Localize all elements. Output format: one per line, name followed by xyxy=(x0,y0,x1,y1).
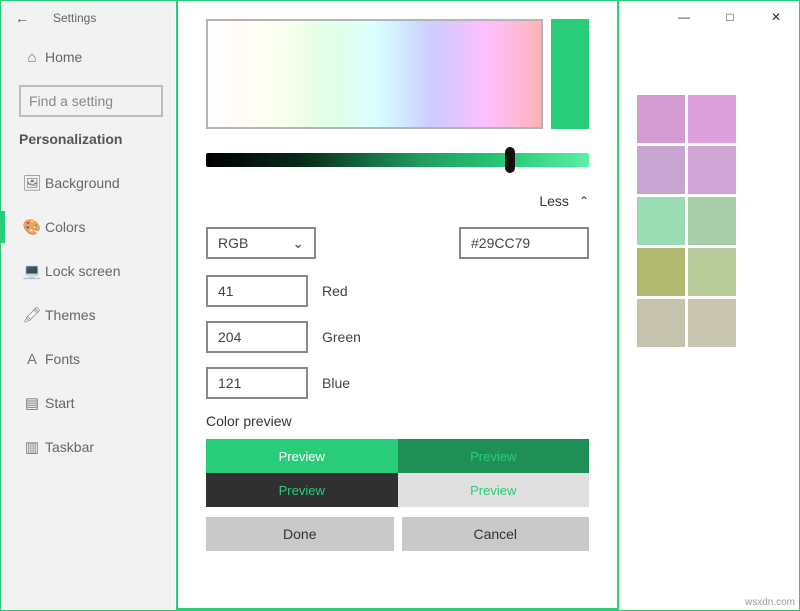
minimize-button[interactable]: ― xyxy=(661,1,707,33)
sidebar-item-lock-screen[interactable]: 💻 Lock screen xyxy=(1,249,175,293)
chevron-up-icon: ⌃ xyxy=(579,194,589,208)
red-input[interactable]: 41 xyxy=(206,275,308,307)
color-swatch[interactable] xyxy=(688,95,736,143)
sidebar-item-label: Home xyxy=(45,49,82,65)
color-swatch[interactable] xyxy=(688,197,736,245)
back-icon[interactable]: ← xyxy=(15,10,29,26)
color-swatch[interactable] xyxy=(688,248,736,296)
color-swatch[interactable] xyxy=(637,299,685,347)
action-row: Done Cancel xyxy=(206,517,589,551)
credit: wsxdn.com xyxy=(745,597,795,608)
sidebar-item-label: Fonts xyxy=(45,351,80,367)
monitor-icon: 💻 xyxy=(19,262,45,280)
brush-icon: 🖍 xyxy=(19,306,45,324)
close-button[interactable]: ✕ xyxy=(753,1,799,33)
sidebar: ← Settings ⌂ Home Find a setting Persona… xyxy=(1,1,175,610)
hex-input[interactable]: #29CC79 xyxy=(459,227,589,259)
window-controls: ― □ ✕ xyxy=(661,1,799,33)
sidebar-item-label: Start xyxy=(45,395,75,411)
palette-icon: 🎨 xyxy=(19,218,45,236)
search-placeholder: Find a setting xyxy=(29,93,113,109)
chevron-down-icon: ⌄ xyxy=(292,235,304,252)
color-swatch[interactable] xyxy=(688,299,736,347)
sidebar-item-background[interactable]: 🖼 Background xyxy=(1,161,175,205)
sidebar-item-fonts[interactable]: A Fonts xyxy=(1,337,175,381)
sidebar-item-colors[interactable]: 🎨 Colors xyxy=(1,205,175,249)
hex-value: #29CC79 xyxy=(471,235,530,251)
toggle-more-less[interactable]: Less ⌃ xyxy=(206,193,589,209)
mode-value: RGB xyxy=(218,235,248,251)
color-swatch[interactable] xyxy=(637,95,685,143)
blue-input[interactable]: 121 xyxy=(206,367,308,399)
green-label: Green xyxy=(322,329,361,345)
red-label: Red xyxy=(322,283,348,299)
value-slider[interactable] xyxy=(206,153,589,167)
spectrum-row xyxy=(206,19,589,129)
blue-row: 121 Blue xyxy=(206,367,589,399)
preview-tile: Preview xyxy=(206,473,398,507)
red-row: 41 Red xyxy=(206,275,589,307)
blue-label: Blue xyxy=(322,375,350,391)
color-swatch[interactable] xyxy=(688,146,736,194)
sidebar-item-label: Lock screen xyxy=(45,263,120,279)
color-mode-select[interactable]: RGB ⌄ xyxy=(206,227,316,259)
font-icon: A xyxy=(19,351,45,368)
search-input[interactable]: Find a setting xyxy=(19,85,163,117)
preview-tile: Preview xyxy=(398,439,590,473)
done-button[interactable]: Done xyxy=(206,517,394,551)
sidebar-item-taskbar[interactable]: ▥ Taskbar xyxy=(1,425,175,469)
color-swatch[interactable] xyxy=(637,146,685,194)
preview-tile: Preview xyxy=(398,473,590,507)
picture-icon: 🖼 xyxy=(19,174,45,192)
sidebar-item-label: Taskbar xyxy=(45,439,94,455)
maximize-button[interactable]: □ xyxy=(707,1,753,33)
preview-tile: Preview xyxy=(206,439,398,473)
sidebar-item-label: Colors xyxy=(45,219,85,235)
cancel-button[interactable]: Cancel xyxy=(402,517,590,551)
sidebar-item-home[interactable]: ⌂ Home xyxy=(1,35,175,79)
recent-colors-grid xyxy=(637,95,736,347)
sidebar-item-start[interactable]: ▤ Start xyxy=(1,381,175,425)
sidebar-item-label: Themes xyxy=(45,307,96,323)
current-color-swatch xyxy=(551,19,589,129)
sidebar-item-label: Background xyxy=(45,175,120,191)
color-picker-panel: Less ⌃ RGB ⌄ #29CC79 41 Red 204 Green xyxy=(176,1,619,610)
settings-window: ← Settings ⌂ Home Find a setting Persona… xyxy=(0,0,800,611)
color-spectrum[interactable] xyxy=(206,19,543,129)
sidebar-section-label: Personalization xyxy=(1,131,175,161)
start-icon: ▤ xyxy=(19,394,45,412)
color-swatch[interactable] xyxy=(637,248,685,296)
home-icon: ⌂ xyxy=(19,49,45,66)
toggle-label: Less xyxy=(539,193,569,209)
sidebar-header: ← Settings xyxy=(1,1,175,35)
green-input[interactable]: 204 xyxy=(206,321,308,353)
app-title: Settings xyxy=(53,11,96,25)
taskbar-icon: ▥ xyxy=(19,438,45,456)
color-swatch[interactable] xyxy=(637,197,685,245)
slider-thumb[interactable] xyxy=(505,147,515,173)
sidebar-item-themes[interactable]: 🖍 Themes xyxy=(1,293,175,337)
mode-hex-row: RGB ⌄ #29CC79 xyxy=(206,227,589,259)
color-preview-grid: Preview Preview Preview Preview xyxy=(206,439,589,507)
green-row: 204 Green xyxy=(206,321,589,353)
preview-title: Color preview xyxy=(206,413,589,429)
